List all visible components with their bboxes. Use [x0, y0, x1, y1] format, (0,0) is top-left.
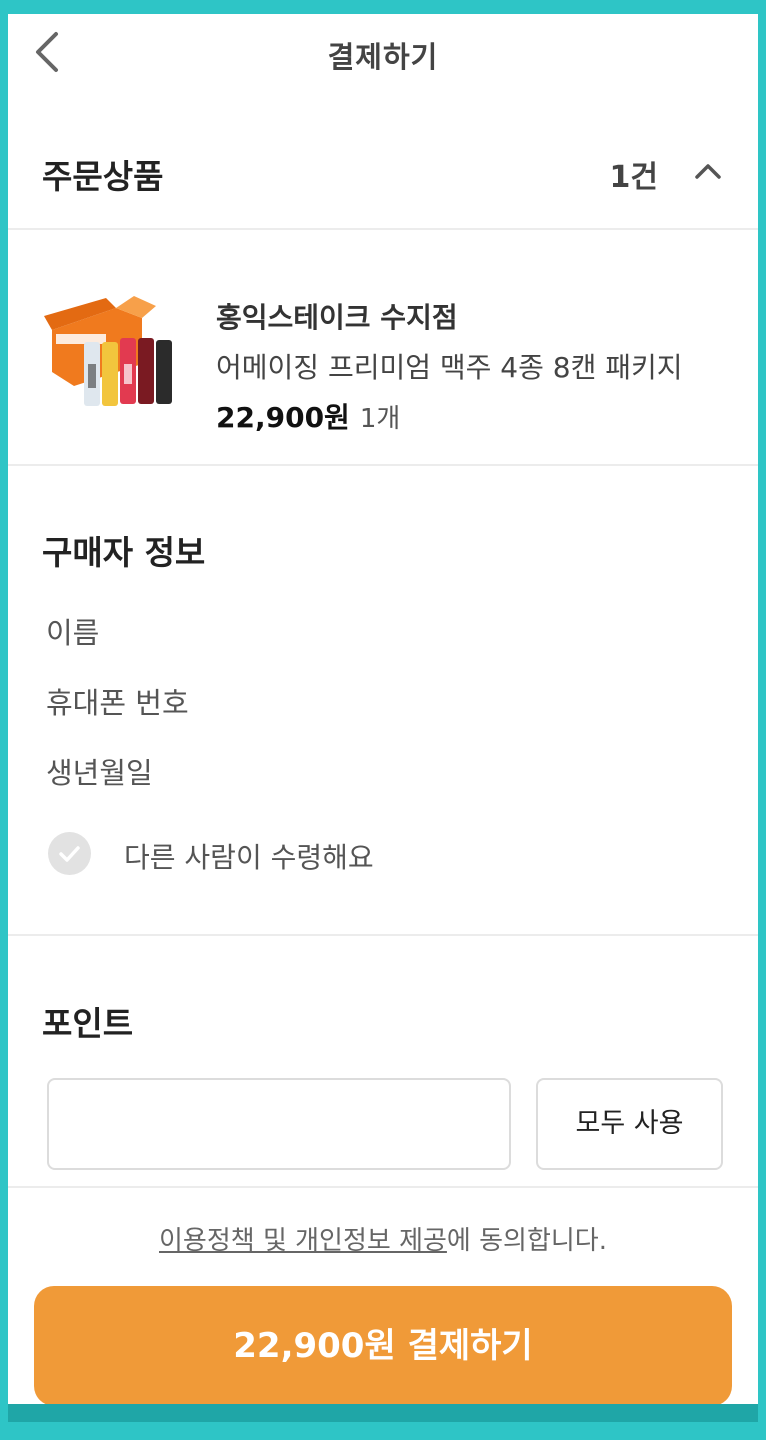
check-icon — [59, 846, 80, 862]
product-price: 22,900원 — [216, 401, 350, 434]
app-frame: 결제하기 주문상품 1건 홍익스테이크 수지점 어메이징 프리미엄 맥주 4종 — [8, 14, 758, 1422]
divider — [8, 934, 758, 936]
order-section-header[interactable]: 주문상품 1건 — [8, 134, 758, 214]
name-field[interactable]: 이름 — [46, 610, 99, 652]
header: 결제하기 — [8, 14, 758, 94]
buyer-section-title: 구매자 정보 — [42, 533, 206, 572]
policy-link[interactable]: 이용정책 및 개인정보 제공 — [159, 1226, 447, 1256]
divider — [8, 464, 758, 466]
page-title: 결제하기 — [327, 40, 439, 74]
birthdate-field[interactable]: 생년월일 — [46, 750, 153, 792]
price-line: 22,900원 1개 — [216, 396, 400, 436]
agreement-text: 이용정책 및 개인정보 제공에 동의합니다. — [8, 1220, 758, 1257]
product-name: 어메이징 프리미엄 맥주 4종 8캔 패키지 — [216, 351, 683, 384]
order-count: 1건 — [609, 160, 658, 195]
check-circle — [48, 832, 91, 875]
phone-field[interactable]: 휴대폰 번호 — [46, 680, 189, 722]
agreement-suffix: 에 동의합니다. — [446, 1226, 607, 1256]
product-quantity: 1개 — [359, 404, 401, 434]
use-all-points-button[interactable]: 모두 사용 — [536, 1078, 723, 1170]
product-image — [44, 296, 172, 406]
divider — [8, 228, 758, 230]
collapse-button[interactable] — [688, 152, 728, 188]
other-receiver-label: 다른 사람이 수령해요 — [124, 841, 374, 874]
order-section-title: 주문상품 — [42, 157, 164, 196]
store-name: 홍익스테이크 수지점 — [216, 301, 458, 334]
divider — [8, 1186, 758, 1188]
frame-bottom-bar — [8, 1404, 758, 1422]
order-item: 홍익스테이크 수지점 어메이징 프리미엄 맥주 4종 8캔 패키지 22,900… — [8, 244, 758, 478]
chevron-up-icon — [695, 164, 721, 179]
point-section-title: 포인트 — [42, 1004, 134, 1043]
point-input[interactable] — [47, 1078, 511, 1170]
pay-button[interactable]: 22,900원 결제하기 — [34, 1286, 732, 1406]
